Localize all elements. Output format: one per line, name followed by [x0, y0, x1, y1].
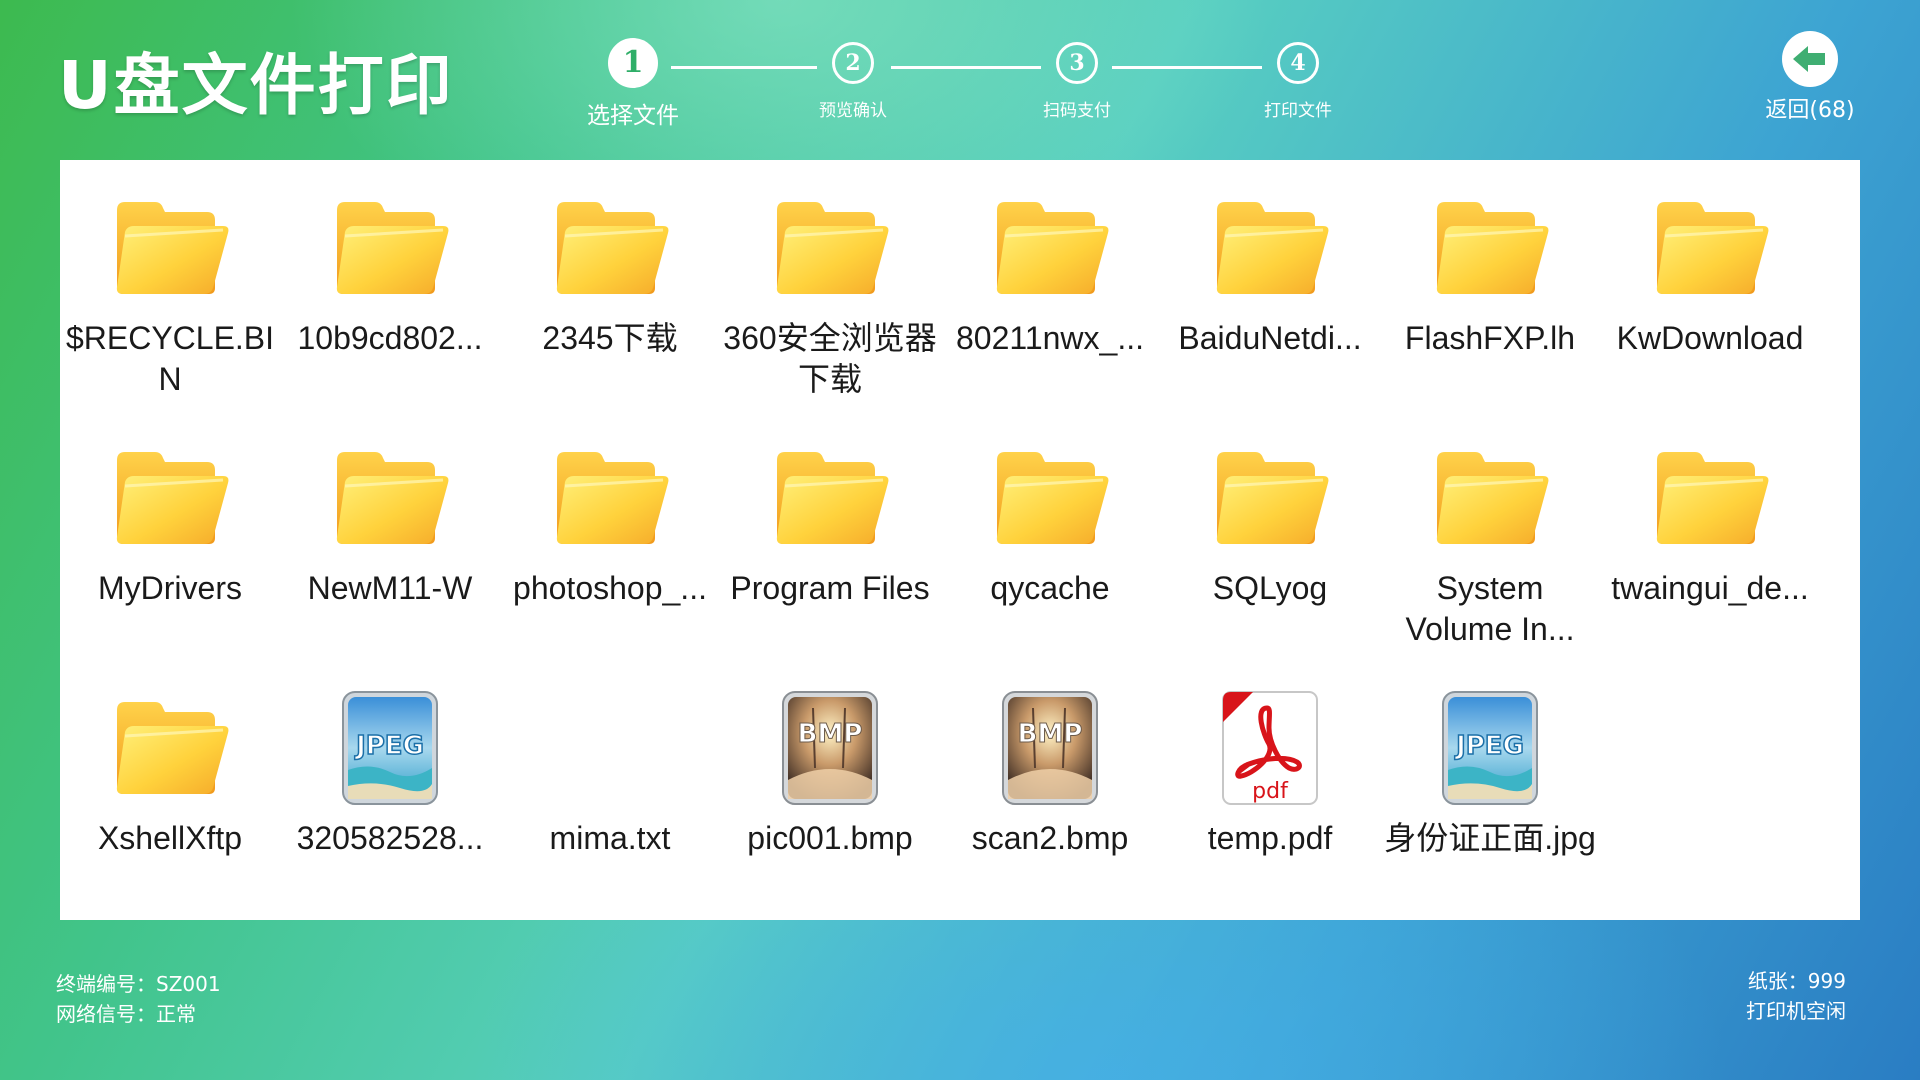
jpeg-file-icon: JPEG — [1442, 691, 1538, 805]
file-name: temp.pdf — [1207, 820, 1333, 856]
folder-icon — [1216, 452, 1329, 544]
folder-icon — [776, 452, 889, 544]
file-name: 10b9cd802... — [297, 320, 483, 356]
folder-icon — [1656, 202, 1769, 294]
network-status: 网络信号：正常 — [56, 1002, 196, 1026]
file-name: pic001.bmp — [747, 820, 913, 856]
folder-icon — [1656, 452, 1769, 544]
file-item[interactable]: MyDrivers — [60, 438, 280, 688]
step-number: 2 — [832, 42, 874, 84]
file-item[interactable]: photoshop_... — [500, 438, 720, 688]
svg-text:BMP: BMP — [1018, 719, 1083, 749]
back-label: 返回(68) — [1765, 98, 1855, 123]
folder-icon — [116, 702, 229, 794]
step-select-files: 1 选择文件 — [553, 38, 713, 130]
back-arrow-icon — [1782, 31, 1838, 87]
file-name: $RECYCLE.BIN — [65, 320, 275, 397]
file-name: BaiduNetdi... — [1178, 320, 1362, 356]
file-name: 身份证正面.jpg — [1384, 820, 1596, 856]
file-item[interactable]: System Volume In... — [1380, 438, 1600, 688]
jpeg-file-icon: JPEG — [342, 691, 438, 805]
svg-text:JPEG: JPEG — [1454, 731, 1524, 761]
file-item[interactable]: Program Files — [720, 438, 940, 688]
folder-icon — [996, 452, 1109, 544]
file-name: qycache — [990, 570, 1110, 606]
file-item[interactable]: BMP scan2.bmp — [940, 688, 1160, 938]
file-name: System Volume In... — [1405, 570, 1575, 647]
file-item[interactable]: 360安全浏览器下载 — [720, 188, 940, 438]
file-name: 80211nwx_... — [956, 320, 1144, 356]
folder-icon — [776, 202, 889, 294]
folder-icon — [1436, 202, 1549, 294]
step-label: 选择文件 — [587, 103, 679, 129]
step-number: 4 — [1277, 42, 1319, 84]
file-name: XshellXftp — [97, 820, 243, 856]
file-item[interactable]: BaiduNetdi... — [1160, 188, 1380, 438]
step-print-file: 4 打印文件 — [1218, 42, 1378, 121]
svg-text:pdf: pdf — [1252, 779, 1289, 804]
file-name: photoshop_... — [513, 570, 707, 606]
file-name: MyDrivers — [98, 570, 242, 606]
blank-file-icon — [545, 688, 675, 808]
file-name: mima.txt — [549, 820, 671, 856]
file-item[interactable]: 80211nwx_... — [940, 188, 1160, 438]
file-item[interactable]: SQLyog — [1160, 438, 1380, 688]
file-item[interactable]: XshellXftp — [60, 688, 280, 938]
file-name: KwDownload — [1616, 320, 1804, 356]
file-name: scan2.bmp — [971, 820, 1129, 856]
file-browser-panel: $RECYCLE.BIN 10b9cd802... 2345下载 360安全浏览器下载… — [60, 160, 1860, 920]
folder-icon — [336, 452, 449, 544]
file-item[interactable]: NewM11-W — [280, 438, 500, 688]
file-item[interactable]: mima.txt — [500, 688, 720, 938]
file-item[interactable]: qycache — [940, 438, 1160, 688]
svg-text:JPEG: JPEG — [354, 731, 424, 761]
folder-icon — [996, 202, 1109, 294]
svg-text:BMP: BMP — [798, 719, 863, 749]
folder-icon — [556, 452, 669, 544]
file-item[interactable]: $RECYCLE.BIN — [60, 188, 280, 438]
step-number: 3 — [1056, 42, 1098, 84]
folder-icon — [116, 452, 229, 544]
back-button[interactable]: 返回(68) — [1745, 28, 1875, 124]
bmp-file-icon: BMP — [1002, 691, 1098, 805]
step-label: 打印文件 — [1264, 101, 1332, 121]
terminal-info: 终端编号：SZ001 网络信号：正常 — [56, 969, 221, 1029]
page-title: U盘文件打印 — [58, 47, 454, 124]
step-preview-confirm: 2 预览确认 — [773, 42, 933, 121]
step-scan-pay: 3 扫码支付 — [997, 42, 1157, 121]
file-item[interactable]: FlashFXP.lh — [1380, 188, 1600, 438]
paper-count: 纸张：999 — [1747, 969, 1846, 993]
folder-icon — [556, 202, 669, 294]
file-name: NewM11-W — [307, 570, 473, 606]
file-grid: $RECYCLE.BIN 10b9cd802... 2345下载 360安全浏览器下载… — [60, 188, 1820, 938]
file-item[interactable]: 10b9cd802... — [280, 188, 500, 438]
folder-icon — [336, 202, 449, 294]
printer-status: 打印机空闲 — [1746, 999, 1846, 1023]
file-name: FlashFXP.lh — [1404, 320, 1576, 356]
step-label: 扫码支付 — [1043, 101, 1111, 121]
file-item[interactable]: KwDownload — [1600, 188, 1820, 438]
file-name: Program Files — [730, 570, 930, 606]
pdf-file-icon: pdf — [1222, 691, 1318, 805]
file-name: SQLyog — [1212, 570, 1328, 606]
file-item[interactable]: 2345下载 — [500, 188, 720, 438]
printer-info: 纸张：999 打印机空闲 — [1690, 966, 1846, 1026]
file-item[interactable]: pdf temp.pdf — [1160, 688, 1380, 938]
folder-icon — [1436, 452, 1549, 544]
folder-icon — [1216, 202, 1329, 294]
folder-icon — [116, 202, 229, 294]
file-name: 360安全浏览器下载 — [723, 320, 937, 397]
file-item[interactable]: BMP pic001.bmp — [720, 688, 940, 938]
file-item[interactable]: JPEG 身份证正面.jpg — [1380, 688, 1600, 938]
terminal-id: 终端编号：SZ001 — [56, 972, 221, 996]
step-label: 预览确认 — [819, 101, 887, 121]
file-item[interactable]: twaingui_de... — [1600, 438, 1820, 688]
step-number: 1 — [608, 38, 658, 88]
file-name: 320582528... — [296, 820, 484, 856]
file-name: 2345下载 — [542, 320, 678, 356]
bmp-file-icon: BMP — [782, 691, 878, 805]
file-name: twaingui_de... — [1611, 570, 1809, 606]
file-item[interactable]: JPEG 320582528... — [280, 688, 500, 938]
